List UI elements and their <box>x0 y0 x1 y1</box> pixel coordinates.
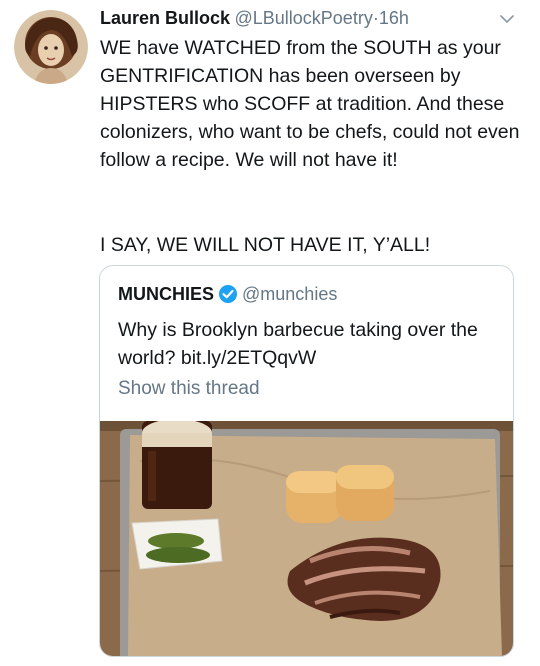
quoted-tweet-text: Why is Brooklyn barbecue taking over the… <box>118 319 478 369</box>
quoted-tweet-header: MUNCHIES @munchies <box>118 284 337 305</box>
avatar-illustration <box>14 10 88 84</box>
author-avatar[interactable] <box>14 10 88 84</box>
quoted-author-name: MUNCHIES <box>118 284 215 304</box>
verified-badge-icon <box>218 284 238 304</box>
bbq-photo-illustration <box>100 419 513 656</box>
quoted-tweet-card[interactable]: MUNCHIES @munchies Why is Brooklyn barbec… <box>99 265 514 657</box>
chevron-down-icon[interactable] <box>498 10 516 28</box>
author-name[interactable]: Lauren Bullock <box>100 8 230 28</box>
tweet-timestamp[interactable]: 16h <box>379 8 409 28</box>
tweet-body: WE have WATCHED from the SOUTH as your G… <box>100 37 520 171</box>
quoted-author-handle: @munchies <box>242 284 338 304</box>
bbq-tray-photo[interactable] <box>100 419 513 656</box>
show-thread-link[interactable]: Show this thread <box>118 378 260 400</box>
author-handle[interactable]: @LBullockPoetry <box>234 8 372 28</box>
tweet-body-second-paragraph: I SAY, WE WILL NOT HAVE IT, Y’ALL! <box>100 234 431 256</box>
tweet-header: Lauren Bullock @LBullockPoetry·16h <box>100 8 526 34</box>
